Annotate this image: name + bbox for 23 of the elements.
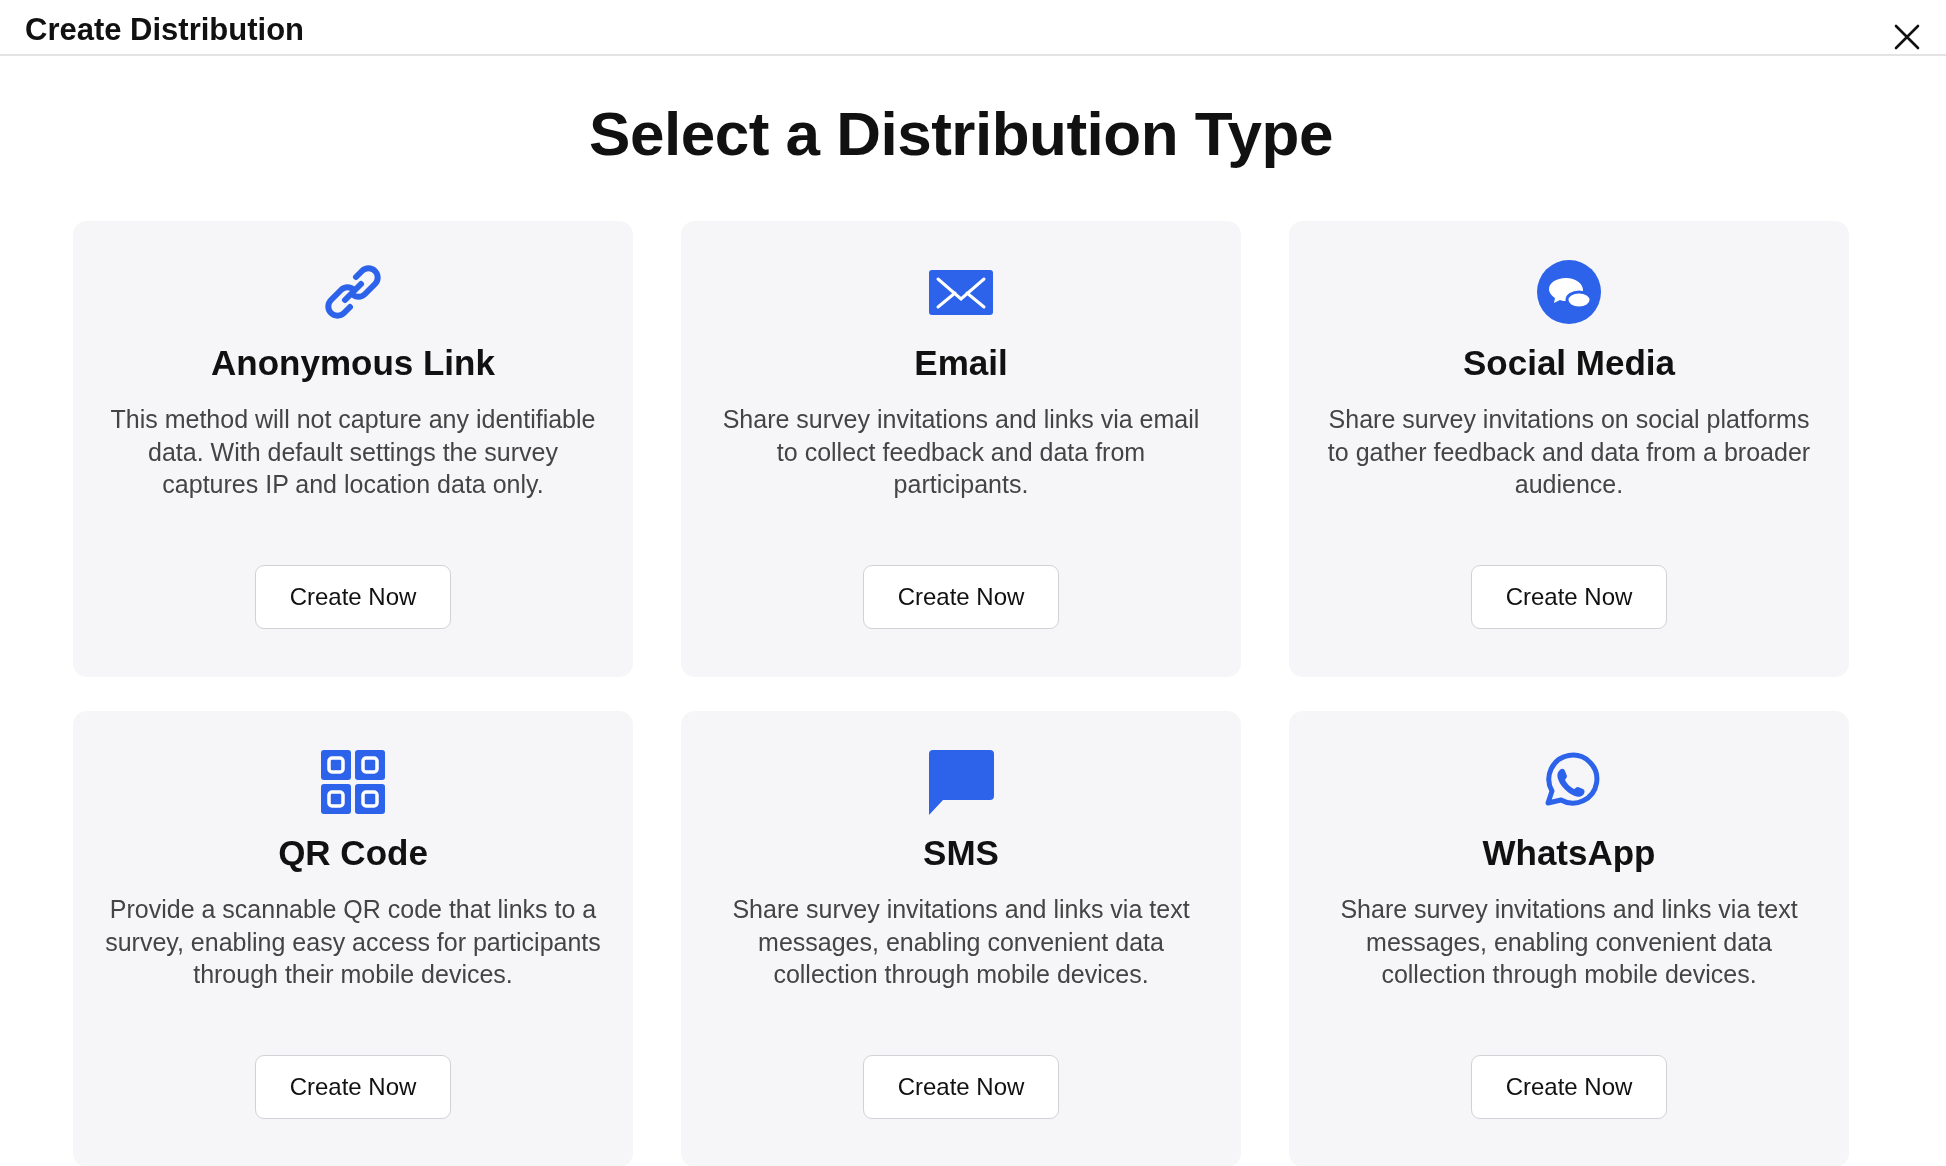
card-title: SMS (923, 833, 999, 873)
card-title: Email (914, 343, 1008, 383)
speech-bubble-icon (928, 749, 994, 815)
create-now-button[interactable]: Create Now (255, 1055, 451, 1119)
create-now-button[interactable]: Create Now (863, 565, 1059, 629)
card-title: Social Media (1463, 343, 1675, 383)
create-now-button[interactable]: Create Now (863, 1055, 1059, 1119)
grid-squares-icon (320, 749, 386, 815)
chat-bubbles-icon (1536, 259, 1602, 325)
create-now-button[interactable]: Create Now (1471, 1055, 1667, 1119)
card-title: Anonymous Link (211, 343, 495, 383)
create-now-button[interactable]: Create Now (255, 565, 451, 629)
create-now-button[interactable]: Create Now (1471, 565, 1667, 629)
card-description: Provide a scannable QR code that links to a survey, enabling easy access for participants through their mobile devices. (104, 894, 602, 990)
page-heading: Select a Distribution Type (588, 98, 1334, 169)
card-title: QR Code (278, 833, 428, 873)
card-description: Share survey invitations and links via text messages, enabling convenient data collection through mobile devices. (1339, 894, 1799, 990)
card-description: Share survey invitations and links via email to collect feedback and data from participants. (721, 404, 1201, 500)
card-description: Share survey invitations and links via text messages, enabling convenient data collection through mobile devices. (731, 894, 1191, 990)
card-title: WhatsApp (1482, 833, 1656, 873)
card-description: This method will not capture any identifiable data. With default settings the survey captures IP and location data only. (109, 404, 597, 500)
dialog-title: Create Distribution (25, 12, 305, 48)
card-description: Share survey invitations on social platforms to gather feedback and data from a broader audience. (1326, 404, 1812, 500)
